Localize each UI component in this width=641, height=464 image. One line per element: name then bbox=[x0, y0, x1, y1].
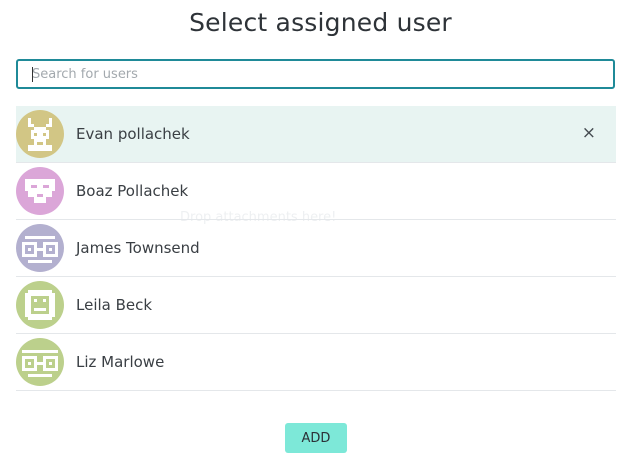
user-name: Liz Marlowe bbox=[76, 353, 165, 371]
user-row-boaz-pollachek[interactable]: Boaz Pollachek bbox=[16, 163, 616, 220]
user-row-james-townsend[interactable]: James Townsend bbox=[16, 220, 616, 277]
search-box[interactable] bbox=[16, 59, 615, 89]
assign-user-dialog: Select assigned user Drop attachments he… bbox=[0, 0, 641, 464]
add-button[interactable]: ADD bbox=[285, 423, 347, 453]
search-input[interactable] bbox=[18, 61, 613, 87]
user-list: Evan pollachek × Boaz Pollachek James To… bbox=[16, 106, 616, 391]
owl-pixel-avatar-icon bbox=[16, 224, 64, 272]
user-row-liz-marlowe[interactable]: Liz Marlowe bbox=[16, 334, 616, 391]
user-name: Evan pollachek bbox=[76, 125, 190, 143]
user-row-evan-pollachek[interactable]: Evan pollachek × bbox=[16, 106, 616, 163]
user-name: Leila Beck bbox=[76, 296, 153, 314]
close-icon[interactable]: × bbox=[582, 125, 596, 142]
dialog-title: Select assigned user bbox=[189, 8, 452, 37]
owl-pixel-avatar-icon bbox=[16, 338, 64, 386]
deer-pixel-avatar-icon bbox=[16, 110, 64, 158]
face-pixel-avatar-icon bbox=[16, 167, 64, 215]
user-name: James Townsend bbox=[76, 239, 200, 257]
face-pixel-avatar-icon bbox=[16, 281, 64, 329]
user-row-leila-beck[interactable]: Leila Beck bbox=[16, 277, 616, 334]
text-caret bbox=[32, 67, 33, 82]
user-name: Boaz Pollachek bbox=[76, 182, 189, 200]
